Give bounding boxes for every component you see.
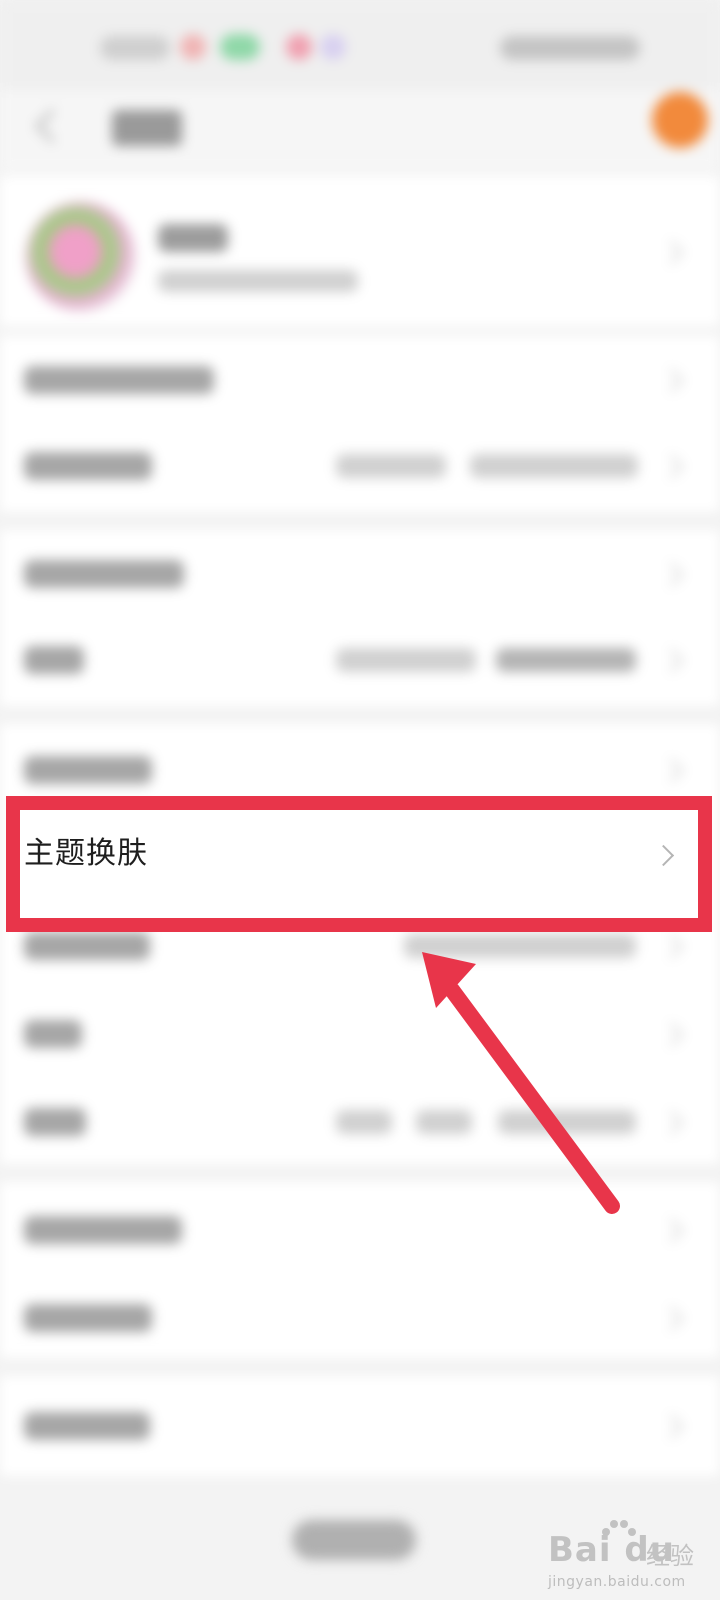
settings-item-label-blurred[interactable]	[24, 1108, 86, 1136]
status-text-blurred	[100, 36, 170, 60]
settings-item-value-blurred	[336, 648, 476, 672]
settings-item-label-blurred[interactable]	[24, 1020, 82, 1048]
settings-item-value-blurred	[498, 1110, 636, 1134]
status-bar	[0, 0, 720, 90]
watermark-product: 经验	[646, 1542, 694, 1570]
settings-group-4	[0, 1182, 720, 1358]
settings-group-1	[0, 336, 720, 512]
settings-item-value-blurred	[496, 648, 636, 672]
top-app-bar	[0, 90, 720, 170]
chevron-right-icon	[659, 562, 684, 587]
settings-item-theme-skin[interactable]: 主题换肤	[22, 812, 684, 900]
blurred-background	[0, 0, 720, 1600]
chevron-right-icon	[659, 240, 684, 265]
settings-group-5	[0, 1376, 720, 1476]
chevron-right-icon	[659, 934, 684, 959]
chevron-right-icon	[652, 844, 675, 867]
settings-group-2	[0, 530, 720, 706]
settings-item-value-blurred	[416, 1110, 472, 1134]
settings-item-label-blurred[interactable]	[24, 646, 84, 674]
settings-item-label-blurred[interactable]	[24, 560, 184, 588]
status-icon	[220, 34, 260, 60]
chevron-right-icon	[659, 1022, 684, 1047]
settings-item-label-blurred[interactable]	[24, 756, 152, 784]
chevron-right-icon	[659, 648, 684, 673]
settings-screen: 主题换肤 Bai du 经验 jingyan.baidu.com	[0, 0, 720, 1600]
settings-item-label-blurred[interactable]	[24, 452, 152, 480]
settings-item-label-blurred[interactable]	[24, 1216, 182, 1244]
back-arrow-icon[interactable]	[35, 109, 69, 143]
bottom-button-blurred[interactable]	[292, 1520, 416, 1560]
chevron-right-icon	[659, 1414, 684, 1439]
settings-item-label-blurred[interactable]	[24, 366, 214, 394]
settings-item-label: 主题换肤	[24, 836, 148, 871]
avatar[interactable]	[26, 202, 136, 312]
status-icon	[320, 34, 346, 60]
watermark: Bai du 经验 jingyan.baidu.com	[548, 1520, 708, 1592]
settings-item-value-blurred	[336, 454, 446, 478]
settings-item-value-blurred	[336, 1110, 392, 1134]
status-right-blurred	[500, 36, 640, 60]
settings-item-label-blurred[interactable]	[24, 932, 150, 960]
profile-sub-blurred	[158, 270, 358, 292]
settings-item-value-blurred	[404, 934, 636, 958]
chevron-right-icon	[659, 1306, 684, 1331]
chevron-right-icon	[659, 758, 684, 783]
status-icon	[286, 34, 312, 60]
profile-name-blurred	[158, 224, 228, 252]
watermark-url: jingyan.baidu.com	[548, 1574, 686, 1590]
chevron-right-icon	[659, 1110, 684, 1135]
chevron-right-icon	[659, 454, 684, 479]
status-icon	[180, 34, 206, 60]
chevron-right-icon	[659, 1218, 684, 1243]
floating-orange-icon[interactable]	[652, 92, 708, 148]
chevron-right-icon	[659, 368, 684, 393]
profile-card[interactable]	[0, 176, 720, 326]
settings-item-label-blurred[interactable]	[24, 1304, 152, 1332]
settings-item-label-blurred[interactable]	[24, 1412, 150, 1440]
settings-group-3	[0, 724, 720, 1164]
settings-item-value-blurred	[470, 454, 638, 478]
page-title-blurred	[112, 110, 182, 146]
